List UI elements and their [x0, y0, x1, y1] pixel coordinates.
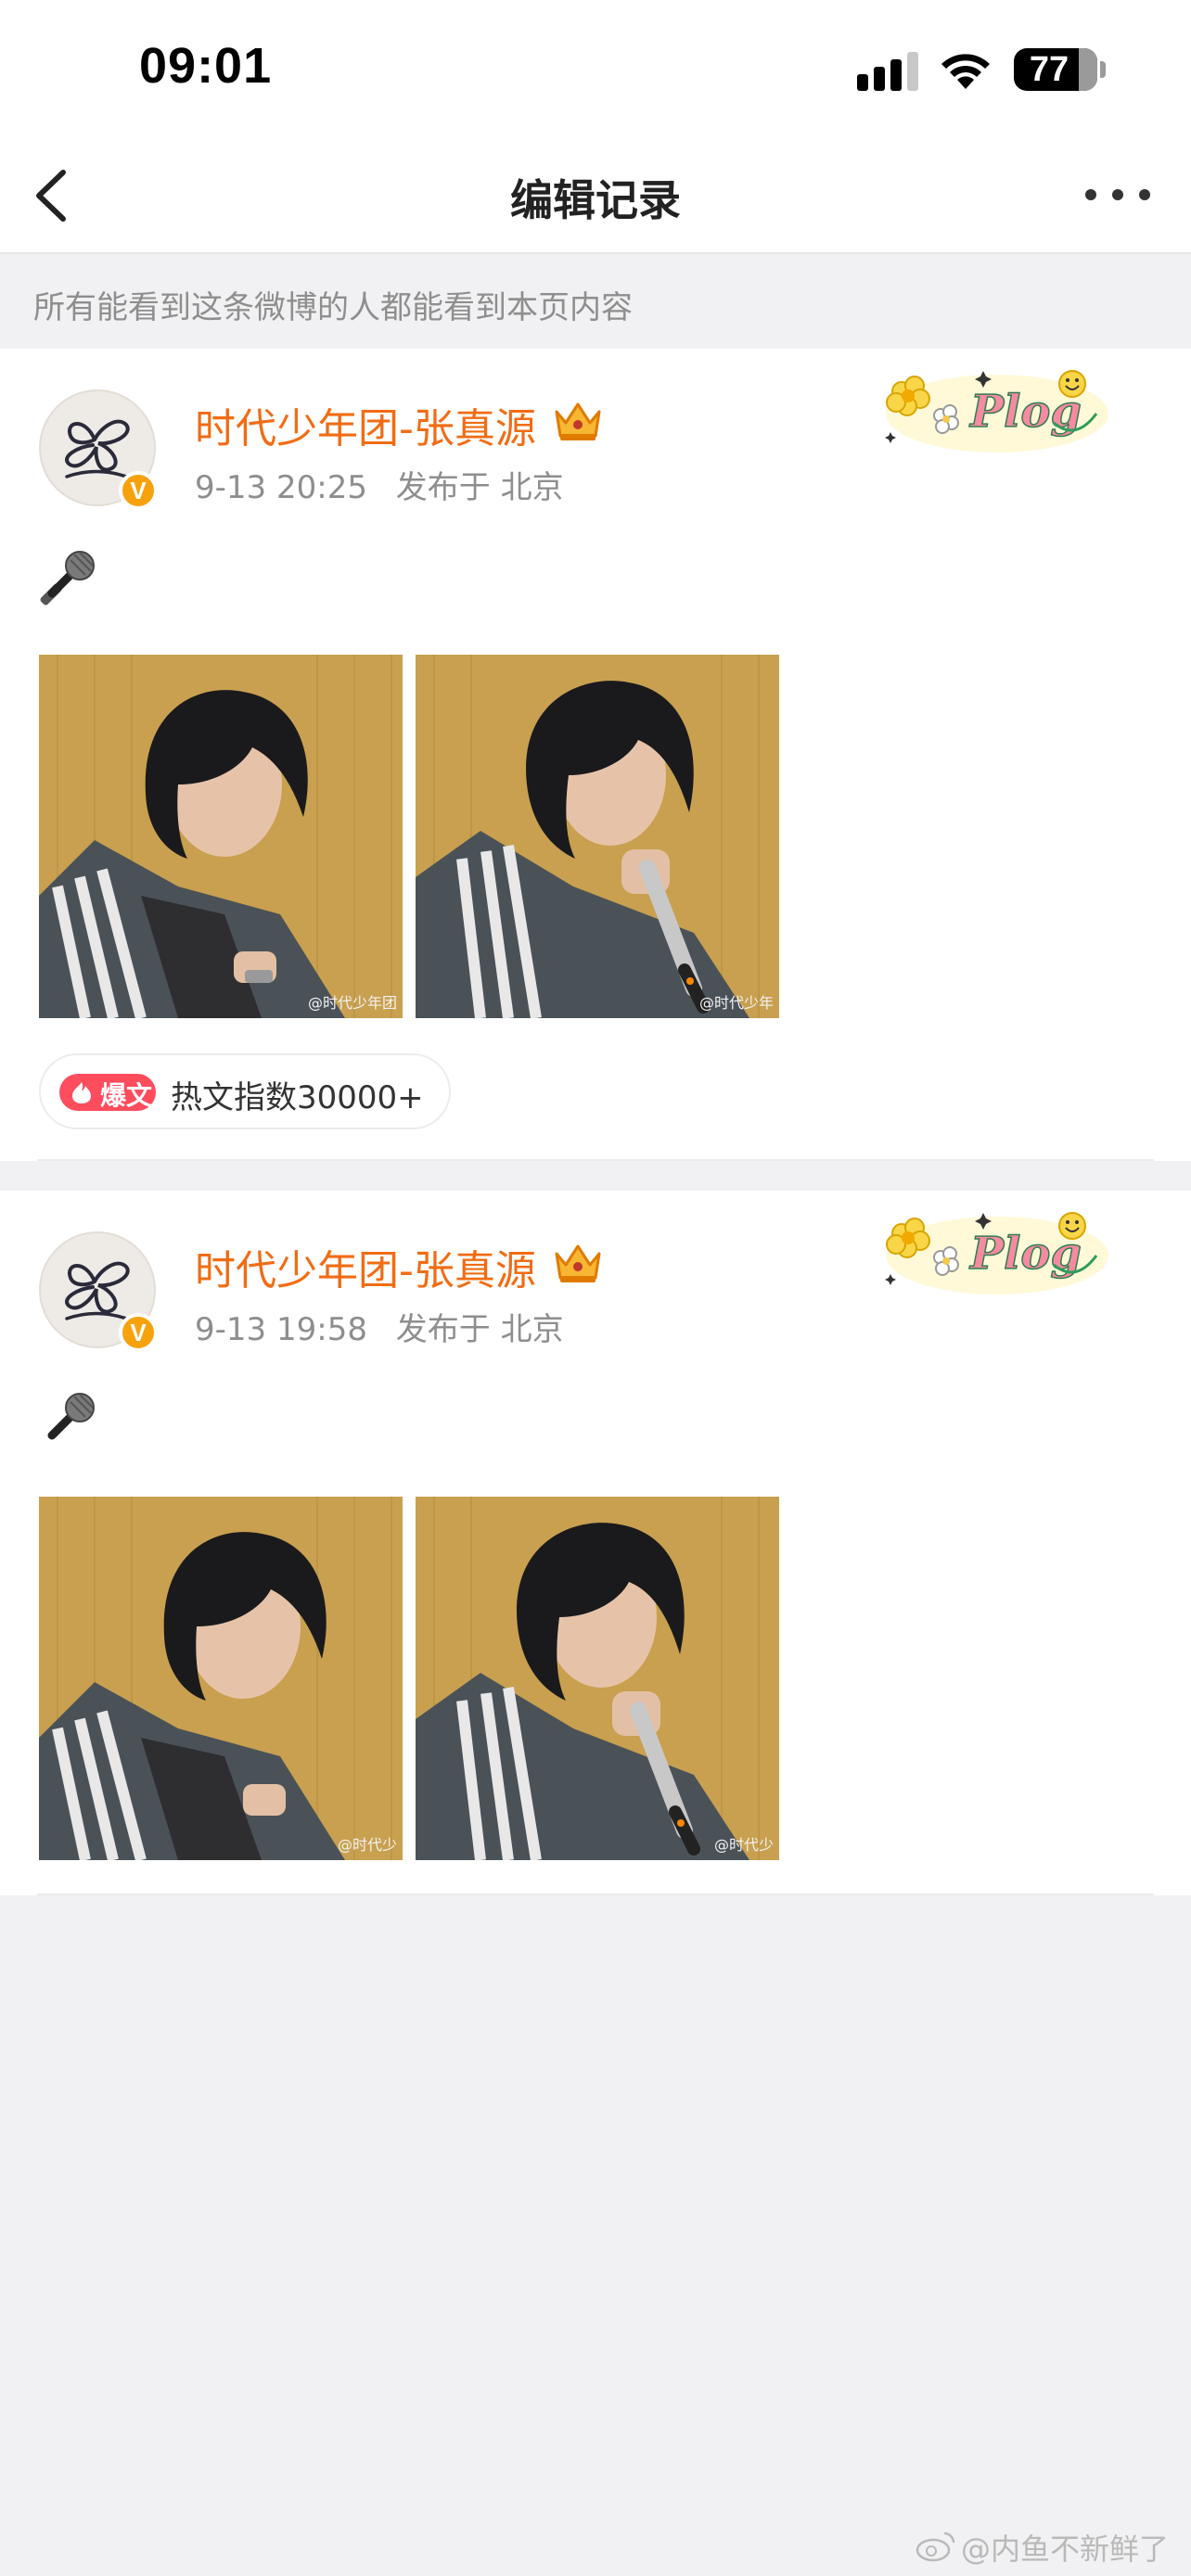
- hot-pill: 爆文: [59, 1074, 156, 1111]
- post-photo[interactable]: @时代少年团: [39, 655, 403, 1018]
- verified-badge: V: [119, 1313, 158, 1352]
- plog-decoration-icon: Plog: [885, 1212, 1108, 1294]
- hot-tag: 爆文: [100, 1080, 153, 1111]
- photo-watermark: @时代少: [337, 1836, 397, 1854]
- microphone-icon: [40, 551, 95, 606]
- post-meta: 9-13 19:58 发布于 北京: [195, 1304, 583, 1349]
- post-photo[interactable]: @时代少年: [416, 655, 779, 1018]
- crown-badge-icon: [555, 1244, 601, 1282]
- page-title: 编辑记录: [510, 175, 681, 225]
- edit-record-card: V 时代少年团-张真源 9-13 19:58 发布于 北京 Plog @时代少 …: [0, 1191, 1191, 1895]
- photo-watermark: @时代少: [713, 1836, 774, 1854]
- verified-badge: V: [119, 471, 158, 510]
- post-meta: 9-13 20:25 发布于 北京: [195, 462, 583, 507]
- crown-badge-icon: [555, 402, 601, 440]
- post-time: 9-13 19:58: [195, 1311, 367, 1348]
- battery-cap: [1100, 61, 1106, 78]
- divider: [37, 1894, 1154, 1895]
- footer-watermark: @内鱼不新鲜了: [961, 2531, 1170, 2567]
- cellular-signal-icon: [857, 52, 918, 91]
- hot-index-badge[interactable]: 爆文 热文指数30000+: [39, 1053, 451, 1129]
- divider: [37, 1159, 1154, 1161]
- post-photo[interactable]: @时代少: [416, 1497, 779, 1860]
- microphone-icon: [47, 1393, 95, 1440]
- flame-icon: [72, 1082, 91, 1103]
- username[interactable]: 时代少年团-张真源: [195, 1237, 536, 1296]
- wifi-icon: [941, 54, 990, 89]
- post-photo[interactable]: @时代少: [39, 1497, 403, 1860]
- battery-icon: 77: [1014, 48, 1097, 91]
- post-location: 发布于 北京: [395, 469, 564, 506]
- visibility-notice: 所有能看到这条微博的人都能看到本页内容: [0, 256, 1191, 349]
- photo-watermark: @时代少年: [698, 994, 774, 1012]
- plog-decoration-icon: Plog: [885, 370, 1108, 453]
- more-options-button[interactable]: [1083, 176, 1152, 213]
- weibo-logo-icon: [916, 2531, 955, 2562]
- edit-record-card: V 时代少年团-张真源 9-13 20:25 发布于 北京 Plog @时代少年…: [0, 349, 1191, 1161]
- battery-level: 77: [1029, 50, 1069, 89]
- photo-watermark: @时代少年团: [307, 994, 397, 1012]
- status-bar: 09:01 77: [0, 0, 1191, 139]
- status-time: 09:01: [139, 38, 273, 94]
- post-location: 发布于 北京: [395, 1311, 564, 1348]
- post-time: 9-13 20:25: [195, 469, 367, 506]
- nav-bar: 编辑记录: [0, 139, 1191, 254]
- username[interactable]: 时代少年团-张真源: [195, 395, 536, 454]
- notice-text: 所有能看到这条微博的人都能看到本页内容: [33, 289, 633, 326]
- hot-index-text: 热文指数30000+: [171, 1079, 424, 1116]
